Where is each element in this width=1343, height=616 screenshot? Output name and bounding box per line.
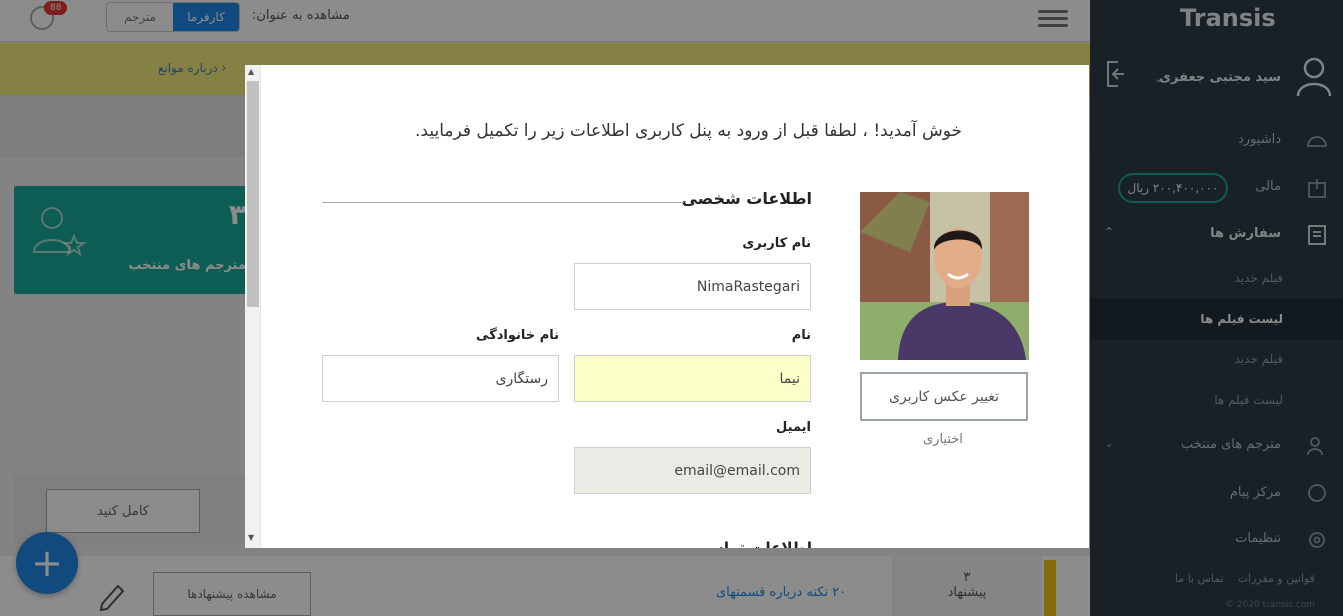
first-name-label: نام bbox=[791, 328, 811, 343]
profile-photo bbox=[860, 192, 1029, 360]
email-input[interactable] bbox=[574, 447, 811, 494]
username-label: نام کاربری bbox=[742, 236, 811, 251]
last-name-input[interactable] bbox=[322, 355, 559, 402]
scroll-thumb[interactable] bbox=[247, 81, 259, 307]
welcome-message: خوش آمدید! ، لطفا قبل از ورود به پنل کار… bbox=[415, 121, 962, 141]
profile-completion-modal: ▲ ▼ خوش آمدید! ، لطفا قبل از ورود به پنل… bbox=[245, 65, 1089, 548]
change-photo-button[interactable]: تغییر عکس کاربری bbox=[860, 372, 1028, 421]
last-name-label: نام خانوادگی bbox=[476, 328, 559, 343]
email-label: ایمیل bbox=[776, 420, 811, 435]
first-name-input[interactable] bbox=[574, 355, 811, 402]
scroll-up-arrow-icon[interactable]: ▲ bbox=[248, 67, 254, 76]
username-input[interactable] bbox=[574, 263, 811, 310]
optional-label: اختیاری bbox=[923, 432, 963, 447]
section-divider bbox=[322, 202, 684, 203]
scroll-down-arrow-icon[interactable]: ▼ bbox=[248, 533, 254, 542]
personal-info-title: اطلاعات شخصی bbox=[681, 189, 812, 208]
contact-info-title: اطلاعات تماس bbox=[703, 539, 812, 548]
modal-scrollbar[interactable]: ▲ ▼ bbox=[245, 65, 261, 548]
